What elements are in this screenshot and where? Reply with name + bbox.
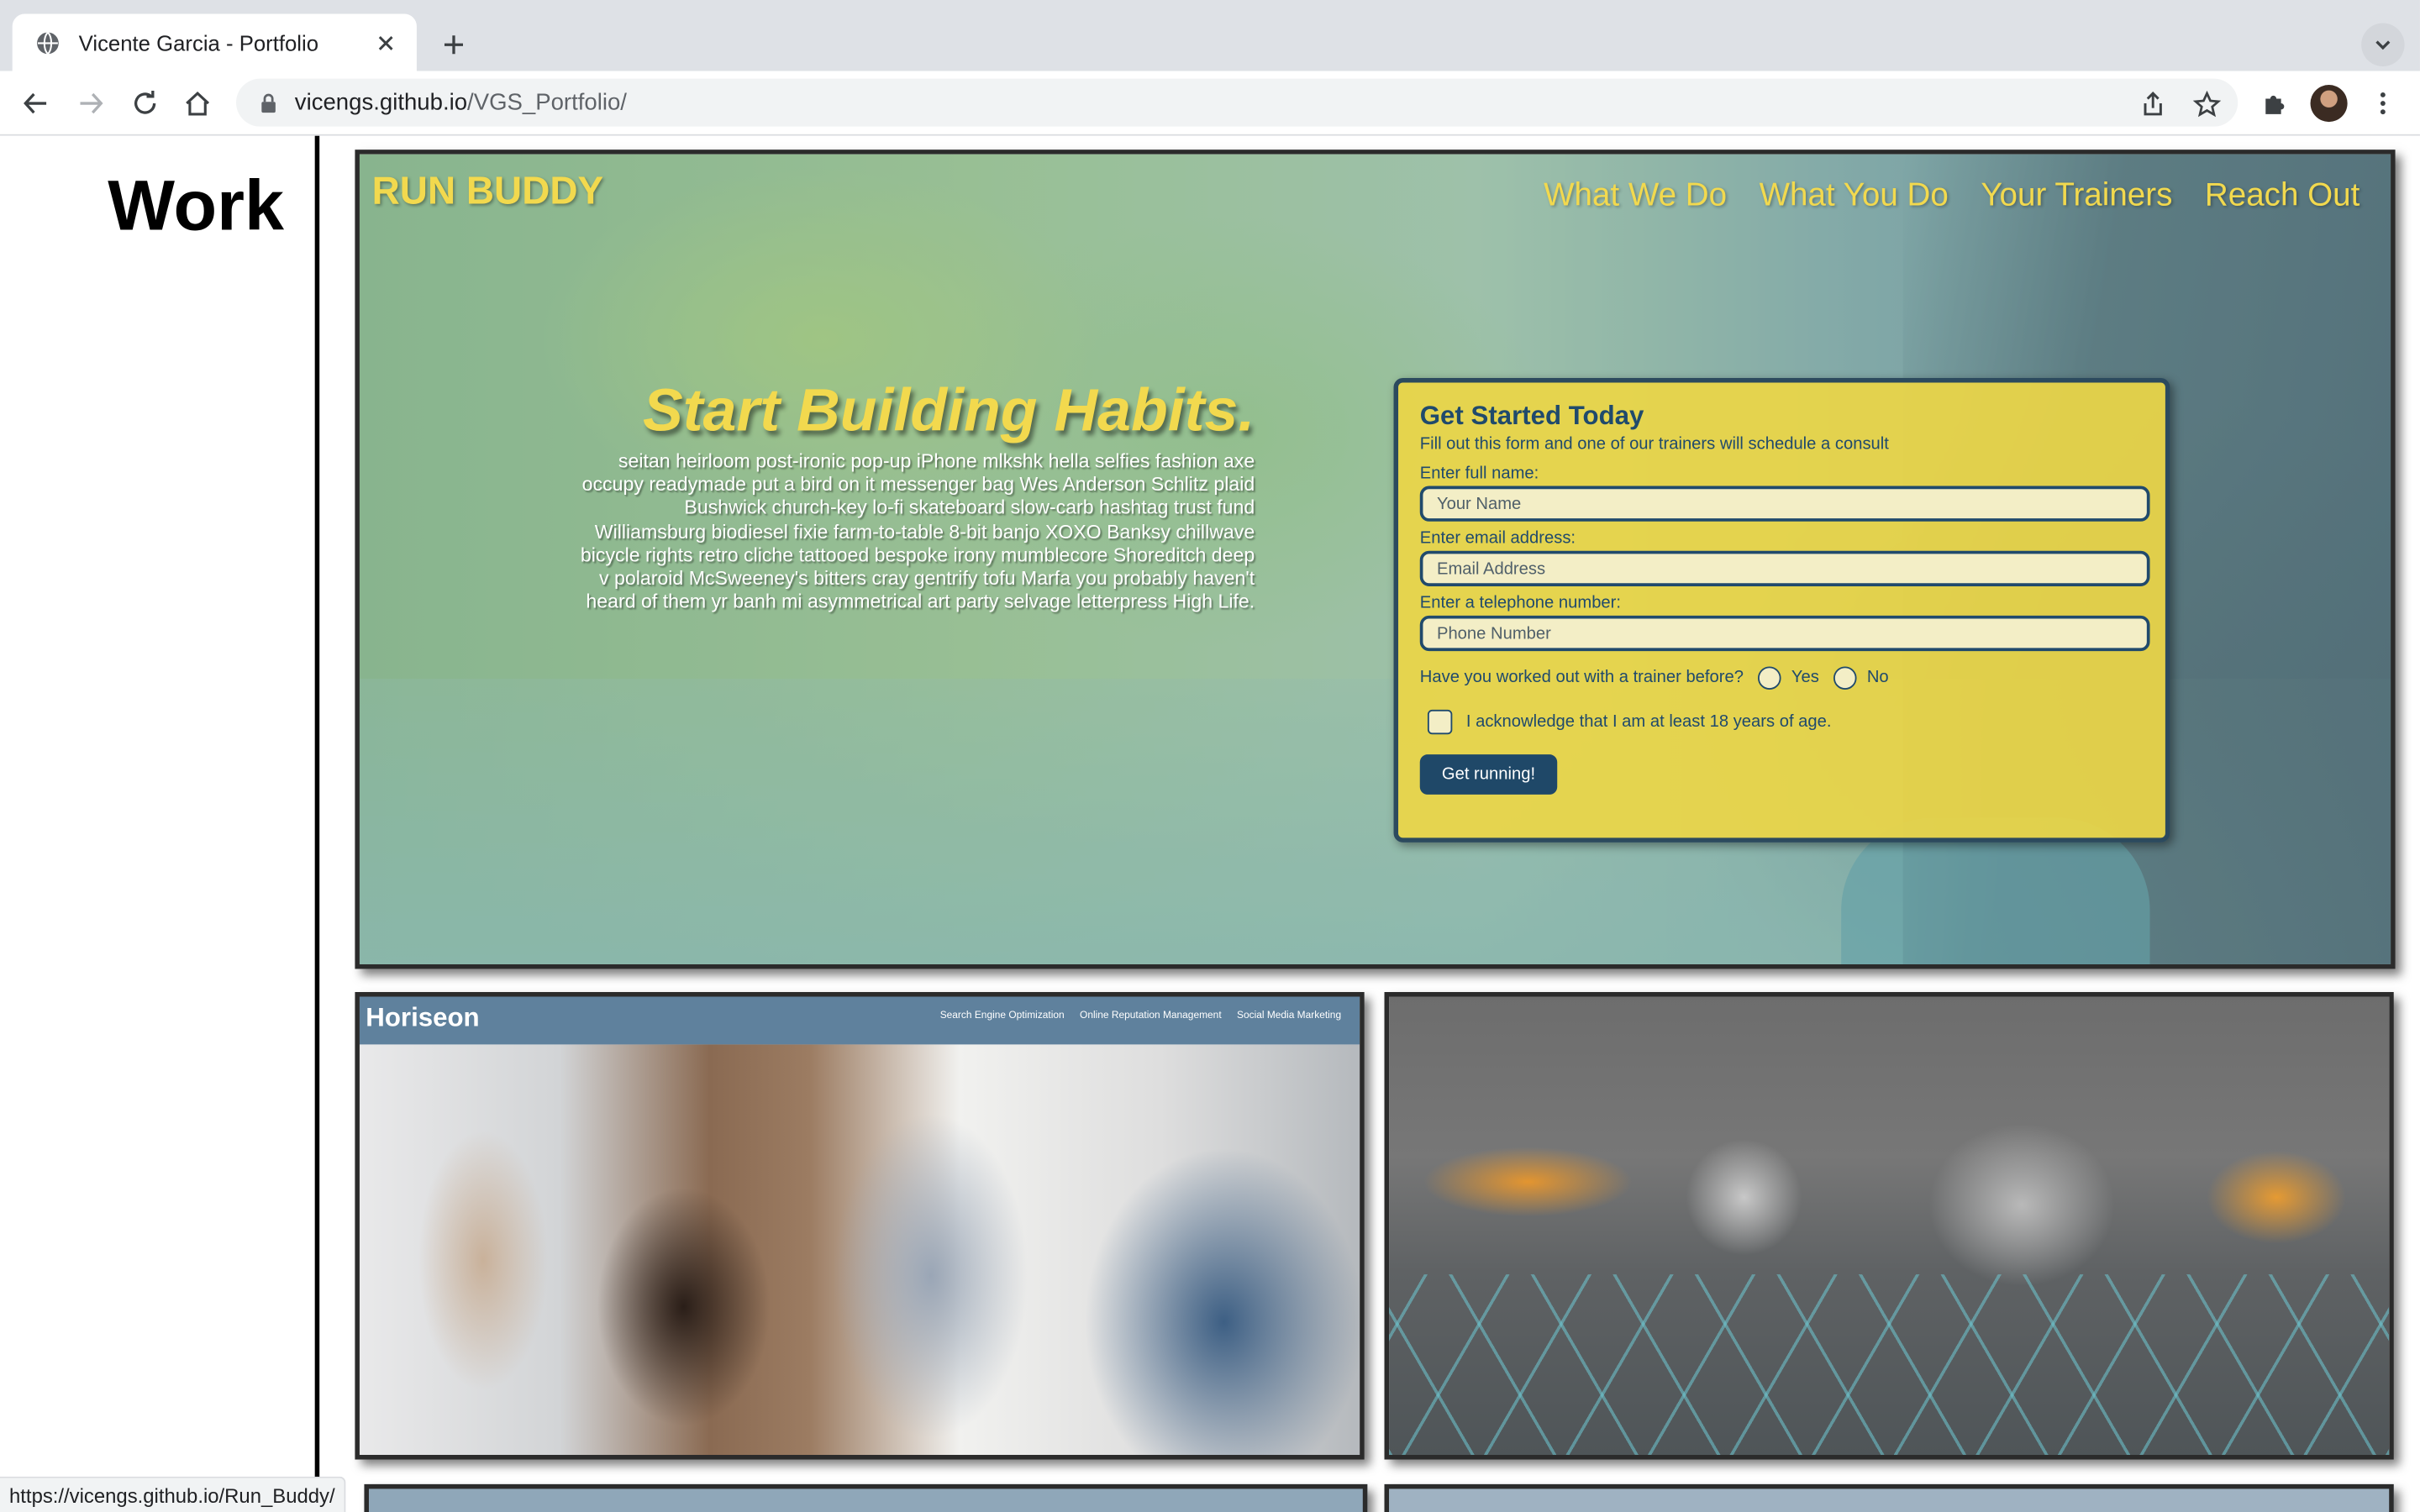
nav-item-reach-out: Reach Out	[2204, 177, 2360, 213]
project-card-partial-right[interactable]	[1384, 1483, 2394, 1512]
radio-no-label: No	[1866, 668, 1889, 687]
radio-yes-label: Yes	[1791, 668, 1819, 687]
trainer-question-row: Have you worked out with a trainer befor…	[1420, 664, 2144, 691]
email-field: Email Address	[1419, 550, 2150, 586]
browser-tab-strip: Vicente Garcia - Portfolio	[0, 0, 2420, 71]
radio-yes	[1757, 665, 1781, 690]
home-button[interactable]	[176, 81, 218, 124]
horiseon-header: Horiseon Search Engine Optimization Onli…	[359, 996, 1360, 1045]
horiseon-logo: Horiseon	[366, 1002, 480, 1032]
section-title: Work	[108, 165, 284, 246]
back-button[interactable]	[14, 81, 57, 124]
extensions-button[interactable]	[2254, 81, 2296, 124]
link-status-bubble: https://vicengs.github.io/Run_Buddy/	[0, 1476, 346, 1512]
reload-icon	[134, 90, 156, 114]
project-card-partial-left[interactable]	[364, 1483, 1368, 1512]
hero-headline: Start Building Habits.	[642, 377, 1255, 444]
arrow-right-icon	[80, 92, 103, 114]
nav-item-what-you-do: What You Do	[1759, 177, 1949, 213]
new-tab-button[interactable]	[432, 24, 475, 66]
hex-floor-grid	[1389, 1274, 2390, 1456]
url-path: /VGS_Portfolio/	[467, 89, 627, 116]
address-bar[interactable]: vicengs.github.io/VGS_Portfolio/	[236, 78, 2238, 127]
horiseon-nav-seo: Search Engine Optimization	[939, 1011, 1065, 1021]
run-buddy-logo: RUN BUDDY	[371, 170, 604, 213]
url-host: vicengs.github.io	[294, 89, 468, 116]
tab-search-button[interactable]	[2361, 23, 2405, 66]
project-card-horiseon[interactable]: Horiseon Search Engine Optimization Onli…	[355, 991, 1365, 1460]
project-card-robots[interactable]	[1384, 991, 2394, 1460]
page-content: Work RUN BUDDY What We Do What You Do Yo…	[0, 135, 2420, 1512]
email-label: Enter email address:	[1419, 528, 1576, 549]
home-icon	[186, 91, 210, 116]
browser-menu-button[interactable]	[2361, 81, 2404, 124]
browser-toolbar: vicengs.github.io/VGS_Portfolio/	[0, 71, 2420, 136]
browser-tab[interactable]: Vicente Garcia - Portfolio	[12, 13, 417, 71]
age-ack-row: I acknowledge that I am at least 18 year…	[1420, 708, 2144, 736]
arrow-left-icon	[24, 92, 47, 114]
profile-avatar[interactable]	[2310, 85, 2348, 123]
get-running-button: Get running!	[1419, 754, 1558, 795]
more-vertical-icon	[2380, 92, 2386, 115]
name-label: Enter full name:	[1419, 464, 1539, 483]
horiseon-nav: Search Engine Optimization Online Reputa…	[940, 1011, 1341, 1021]
tab-title: Vicente Garcia - Portfolio	[78, 29, 319, 55]
name-field: Your Name	[1419, 486, 2150, 522]
nav-item-what-we-do: What We Do	[1544, 177, 1728, 213]
form-title: Get Started Today	[1419, 401, 1644, 431]
section-divider	[314, 135, 320, 1512]
form-subtitle: Fill out this form and one of our traine…	[1419, 434, 1889, 454]
horiseon-team-photo	[359, 1044, 1360, 1456]
run-buddy-nav: What We Do What You Do Your Trainers Rea…	[1544, 177, 2360, 214]
forward-button[interactable]	[70, 81, 113, 124]
trainer-question: Have you worked out with a trainer befor…	[1419, 668, 1744, 687]
plus-icon	[444, 35, 464, 55]
close-icon[interactable]	[373, 30, 397, 55]
age-ack-label: I acknowledge that I am at least 18 year…	[1465, 712, 1832, 732]
chevron-down-icon	[2375, 40, 2391, 50]
horiseon-nav-reputation: Online Reputation Management	[1080, 1011, 1222, 1021]
puzzle-icon	[2265, 95, 2285, 114]
age-checkbox	[1427, 709, 1453, 735]
lock-icon	[261, 92, 276, 113]
project-card-run-buddy[interactable]: RUN BUDDY What We Do What You Do Your Tr…	[355, 150, 2396, 969]
reload-button[interactable]	[124, 81, 166, 124]
hero-body-text: seitan heirloom post-ironic pop-up iPhon…	[580, 450, 1255, 613]
radio-no	[1833, 665, 1856, 690]
phone-field: Phone Number	[1419, 615, 2150, 652]
signup-form: Get Started Today Fill out this form and…	[1393, 377, 2170, 843]
bookmark-star-icon[interactable]	[2191, 90, 2223, 121]
horiseon-nav-social: Social Media Marketing	[1237, 1011, 1342, 1021]
share-icon[interactable]	[2138, 90, 2169, 121]
phone-label: Enter a telephone number:	[1419, 594, 1622, 613]
globe-icon	[37, 30, 59, 55]
nav-item-your-trainers: Your Trainers	[1981, 177, 2173, 213]
